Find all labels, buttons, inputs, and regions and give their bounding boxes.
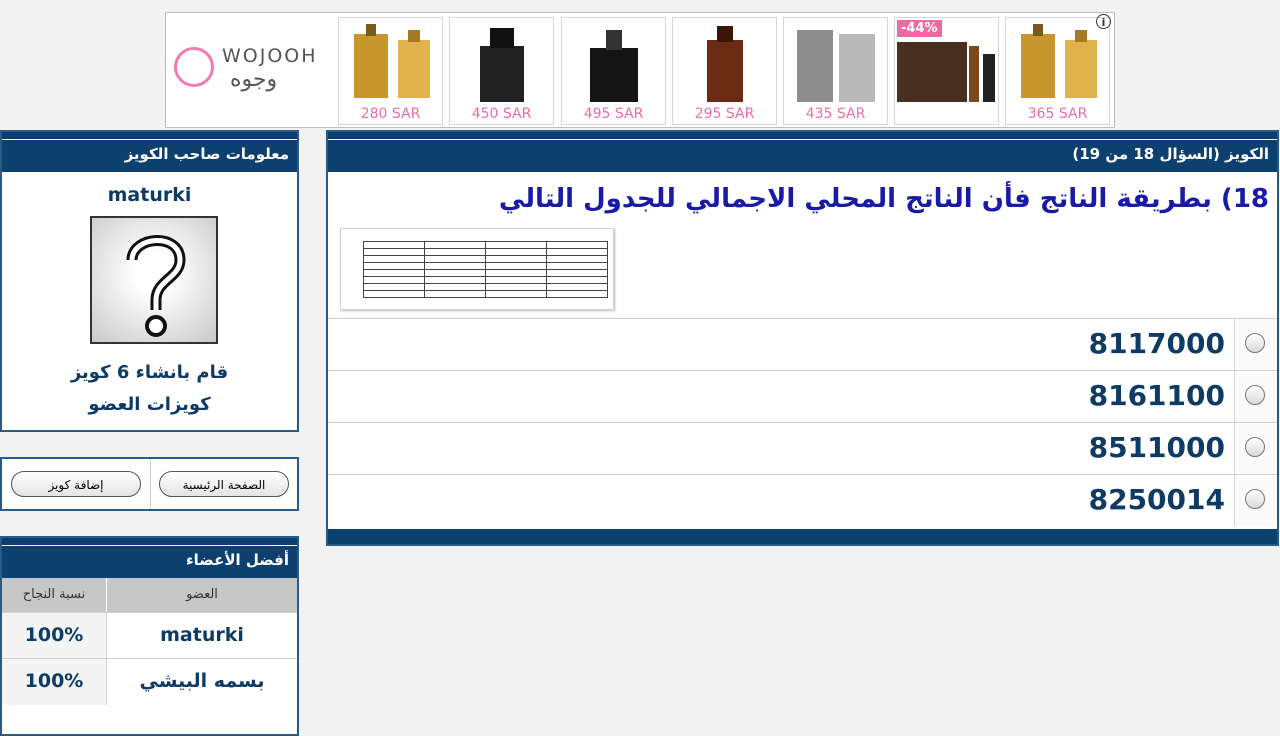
perfume-bottle-icon bbox=[1020, 24, 1097, 98]
answer-radio[interactable] bbox=[1245, 437, 1265, 457]
ad-product-7[interactable]: 365 SAR bbox=[1005, 17, 1110, 125]
answer-value: 8161100 bbox=[1088, 379, 1225, 412]
product-price: 295 SAR bbox=[694, 106, 755, 122]
perfume-bottle-icon bbox=[353, 24, 430, 98]
question-text: 18) بطريقة الناتج فأن الناتج المحلي الاج… bbox=[498, 184, 1269, 214]
perfume-bottle-icon bbox=[589, 30, 638, 102]
perfume-bottle-icon bbox=[796, 30, 875, 102]
table-row: maturki 100% bbox=[2, 612, 297, 659]
question-image[interactable] bbox=[340, 228, 614, 310]
answer-radio[interactable] bbox=[1245, 333, 1265, 353]
product-price: 435 SAR bbox=[805, 106, 866, 122]
ad-banner[interactable]: WOJOOH وجوه 280 SAR 450 SAR 495 SAR 295 … bbox=[165, 12, 1115, 128]
logo-icon bbox=[174, 47, 214, 87]
logo-text-ar: وجوه bbox=[230, 67, 278, 92]
ad-product-6[interactable]: -44% bbox=[894, 17, 999, 125]
perfume-bottle-icon bbox=[479, 28, 524, 102]
owner-username[interactable]: maturki bbox=[2, 184, 297, 206]
ad-product-1[interactable]: 280 SAR bbox=[338, 17, 443, 125]
discount-badge: -44% bbox=[897, 20, 942, 37]
perfume-bottle-icon bbox=[706, 26, 743, 102]
logo-text-en: WOJOOH bbox=[222, 45, 318, 67]
product-price: 495 SAR bbox=[583, 106, 644, 122]
avatar bbox=[90, 216, 218, 344]
answers-list: 8117000 8161100 8511000 8250014 bbox=[328, 318, 1277, 526]
table-row: بسمه البيشي 100% bbox=[2, 658, 297, 705]
add-quiz-button[interactable]: إضافة كويز bbox=[11, 471, 141, 497]
quiz-footer-bar bbox=[328, 528, 1277, 544]
ad-product-4[interactable]: 295 SAR bbox=[672, 17, 777, 125]
top-members-header: أفضل الأعضاء bbox=[2, 538, 297, 578]
question-image-table bbox=[363, 241, 608, 298]
product-price: 450 SAR bbox=[471, 106, 532, 122]
ad-product-3[interactable]: 495 SAR bbox=[561, 17, 666, 125]
column-member: العضو bbox=[186, 587, 218, 602]
ad-product-5[interactable]: 435 SAR bbox=[783, 17, 888, 125]
answer-radio[interactable] bbox=[1245, 489, 1265, 509]
home-button[interactable]: الصفحة الرئيسية bbox=[159, 471, 289, 497]
owner-quiz-count: قام بانشاء 6 كويز bbox=[70, 362, 229, 383]
answer-option[interactable]: 8511000 bbox=[328, 422, 1277, 474]
wojooh-logo[interactable]: WOJOOH وجوه bbox=[172, 43, 332, 99]
top-members-panel: أفضل الأعضاء العضو نسبة النجاح maturki 1… bbox=[0, 536, 299, 736]
product-price: 365 SAR bbox=[1027, 106, 1088, 122]
ad-product-2[interactable]: 450 SAR bbox=[449, 17, 554, 125]
product-price: 280 SAR bbox=[360, 106, 421, 122]
member-name[interactable]: maturki bbox=[107, 613, 297, 659]
answer-option[interactable]: 8250014 bbox=[328, 474, 1277, 526]
quiz-panel: الكويز (السؤال 18 من 19) 18) بطريقة النا… bbox=[326, 130, 1279, 546]
owner-header: معلومات صاحب الكويز bbox=[2, 132, 297, 172]
member-name[interactable]: بسمه البيشي bbox=[107, 659, 297, 705]
member-rate: 100% bbox=[2, 613, 107, 659]
divider bbox=[150, 459, 151, 509]
member-rate: 100% bbox=[2, 659, 107, 705]
answer-value: 8250014 bbox=[1088, 483, 1225, 516]
column-success-rate: نسبة النجاح bbox=[2, 578, 107, 612]
answer-radio[interactable] bbox=[1245, 385, 1265, 405]
top-members-columns: العضو نسبة النجاح bbox=[2, 578, 297, 612]
answer-option[interactable]: 8117000 bbox=[328, 318, 1277, 370]
owner-panel: معلومات صاحب الكويز maturki قام بانشاء 6… bbox=[0, 130, 299, 432]
answer-option[interactable]: 8161100 bbox=[328, 370, 1277, 422]
question-mark-icon bbox=[126, 235, 186, 337]
answer-value: 8511000 bbox=[1088, 431, 1225, 464]
actions-panel: الصفحة الرئيسية إضافة كويز bbox=[0, 457, 299, 511]
answer-value: 8117000 bbox=[1088, 327, 1225, 360]
ad-info-icon[interactable]: i bbox=[1096, 14, 1111, 29]
owner-quizzes-link[interactable]: كويزات العضو bbox=[2, 394, 297, 415]
quiz-header: الكويز (السؤال 18 من 19) bbox=[328, 132, 1277, 172]
